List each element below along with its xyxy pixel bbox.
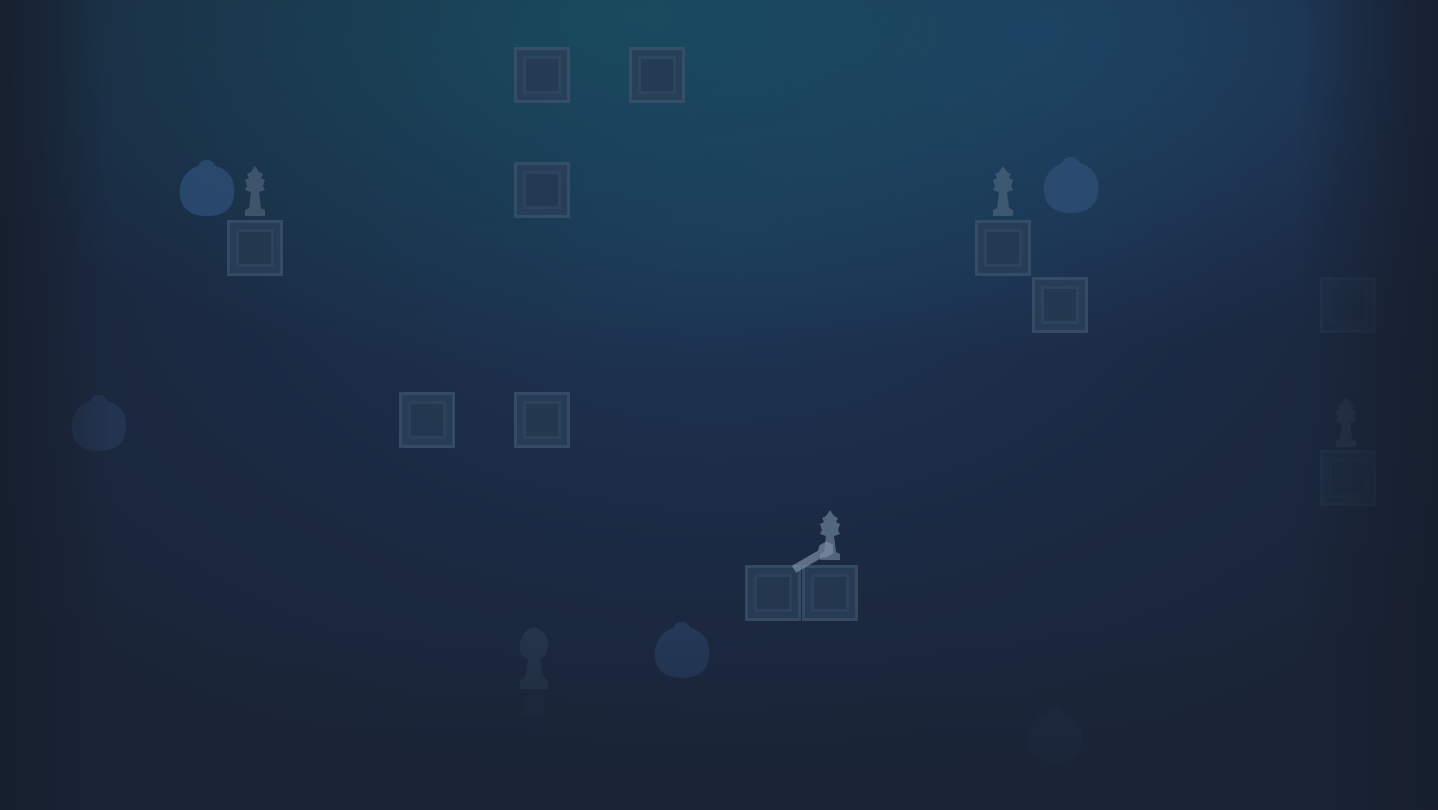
crate-tile[interactable] (399, 392, 455, 448)
bishop-icon[interactable] (1328, 395, 1364, 453)
bulb-icon (70, 393, 128, 453)
crate-tile[interactable] (514, 162, 570, 218)
bulb-icon (1042, 155, 1100, 215)
pawn-icon[interactable] (786, 538, 842, 582)
crate-tile[interactable] (1320, 277, 1376, 333)
bulb-icon (178, 158, 236, 218)
vignette-overlay (0, 0, 1438, 810)
game-board (0, 0, 1438, 810)
crate-tile[interactable] (514, 47, 570, 103)
crate-tile[interactable] (1320, 450, 1376, 506)
crate-tile[interactable] (1032, 277, 1088, 333)
bulb-icon (653, 620, 711, 680)
bishop-icon[interactable] (985, 164, 1021, 222)
crate-tile[interactable] (629, 47, 685, 103)
bishop-icon[interactable] (237, 164, 273, 222)
crate-tile[interactable] (227, 220, 283, 276)
bulb-icon (1026, 705, 1084, 765)
crate-tile[interactable] (514, 392, 570, 448)
knight-icon[interactable] (510, 625, 558, 735)
crate-tile[interactable] (975, 220, 1031, 276)
